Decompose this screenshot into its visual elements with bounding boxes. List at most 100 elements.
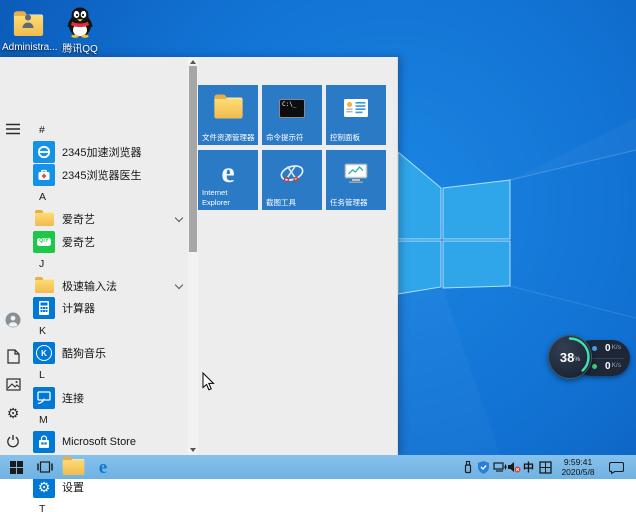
tray-date: 2020/5/8 — [561, 467, 595, 477]
task-view-button[interactable] — [32, 455, 58, 479]
app-item[interactable]: QIY 爱奇艺 — [26, 230, 188, 253]
tile-ie[interactable]: e Internet Explorer — [198, 150, 258, 210]
app-item[interactable]: ⚙ 设置 — [26, 475, 188, 498]
app-item[interactable]: 2345浏览器医生 — [26, 163, 188, 186]
volume-tray-button[interactable] — [505, 455, 522, 479]
taskmgr-icon — [326, 158, 386, 188]
section-letter: A — [39, 190, 47, 203]
section-letter: K — [39, 324, 47, 337]
kugou-icon: K — [33, 342, 55, 364]
upload-dot-icon — [592, 346, 597, 351]
scroll-up-arrow-icon[interactable] — [190, 60, 196, 64]
mouse-cursor — [202, 372, 215, 391]
section-letter: J — [39, 257, 45, 270]
speed-percent-ball[interactable]: 38% — [548, 335, 592, 379]
app-section-header[interactable]: # — [26, 119, 188, 141]
edge-taskbar-button[interactable]: e — [90, 455, 116, 479]
tile-explorer[interactable]: 文件资源管理器 — [198, 85, 258, 145]
cmd-icon: C:\_ — [262, 93, 322, 123]
taskbar-clock[interactable]: 9:59:41 2020/5/8 — [554, 457, 602, 477]
speed-ball-widget[interactable]: 0 K/s 0 K/s 38% — [548, 335, 634, 381]
app-section-header[interactable]: L — [26, 364, 188, 386]
user-avatar-icon — [5, 312, 21, 328]
shield-icon — [478, 461, 489, 474]
calculator-icon — [33, 297, 55, 320]
user-folder-icon — [2, 6, 54, 40]
tile-cmd[interactable]: C:\_ 命令提示符 — [262, 85, 322, 145]
ime-mode-button[interactable] — [537, 455, 554, 479]
settings-rail-button[interactable]: ⚙ — [4, 404, 22, 422]
download-speed-row: 0 K/s — [592, 358, 625, 375]
upload-speed-unit: K/s — [611, 344, 621, 352]
tile-snipping[interactable]: 截图工具 — [262, 150, 322, 210]
app-item[interactable]: Microsoft Store — [26, 431, 188, 454]
app-label: 爱奇艺 — [62, 236, 95, 249]
app-label: 计算器 — [62, 303, 95, 316]
app-section-header[interactable]: T — [26, 498, 188, 512]
folder-icon — [62, 456, 84, 476]
download-speed-unit: K/s — [611, 362, 621, 370]
security-tray-button[interactable] — [476, 455, 491, 479]
store-icon — [33, 431, 55, 454]
tile-label: 截图工具 — [266, 197, 296, 207]
action-center-icon — [608, 461, 624, 474]
desktop-icon-qq[interactable]: 腾讯QQ — [54, 4, 106, 55]
scrollbar-thumb[interactable] — [189, 66, 197, 252]
tile-taskmgr[interactable]: 任务管理器 — [326, 150, 386, 210]
task-view-icon — [37, 461, 53, 473]
app-section-header[interactable]: A — [26, 186, 188, 208]
desktop-icon-label: Administra... — [2, 42, 58, 53]
chevron-down-icon[interactable] — [174, 280, 184, 290]
tile-grid: 文件资源管理器 C:\_ 命令提示符 控制面板 e Internet Explorer 截图… — [198, 85, 390, 215]
ime-grid-icon — [539, 460, 552, 474]
edge-icon: e — [98, 456, 108, 478]
control-panel-icon — [326, 93, 386, 123]
language-indicator[interactable]: 中 — [523, 455, 534, 479]
app-item[interactable]: 2345加速浏览器 — [26, 141, 188, 164]
tile-label: 任务管理器 — [330, 197, 368, 207]
folder-icon — [33, 275, 55, 297]
pictures-button[interactable] — [4, 375, 22, 393]
scroll-down-arrow-icon[interactable] — [190, 448, 196, 452]
app-label: 酷狗音乐 — [62, 348, 106, 360]
documents-button[interactable] — [4, 347, 22, 365]
desktop-icon-administrator[interactable]: Administra... — [2, 6, 58, 53]
upload-speed-row: 0 K/s — [592, 340, 625, 357]
app-section-header[interactable]: K — [26, 320, 188, 342]
tile-control-panel[interactable]: 控制面板 — [326, 85, 386, 145]
usb-device-tray-button[interactable] — [461, 455, 475, 479]
app-item[interactable]: 计算器 — [26, 297, 188, 320]
action-center-button[interactable] — [605, 455, 627, 479]
power-button[interactable] — [4, 432, 22, 450]
chevron-down-icon[interactable] — [174, 213, 184, 223]
app-label: 连接 — [62, 392, 84, 405]
menu-hamburger-button[interactable] — [4, 120, 22, 138]
download-dot-icon — [592, 364, 597, 369]
app-list-scrollbar[interactable] — [188, 57, 198, 455]
app-item[interactable]: K 酷狗音乐 — [26, 342, 188, 364]
volume-muted-icon — [507, 462, 520, 473]
pictures-icon — [5, 377, 21, 391]
desktop-icon-label: 腾讯QQ — [62, 44, 98, 55]
tile-label: 命令提示符 — [266, 132, 304, 142]
app-label: 2345加速浏览器 — [62, 147, 142, 160]
app-group-item[interactable]: 爱奇艺 — [26, 208, 188, 230]
app-section-header[interactable]: J — [26, 253, 188, 275]
usb-icon — [464, 460, 472, 474]
explorer-icon — [198, 93, 258, 123]
start-button[interactable] — [2, 455, 30, 479]
folder-icon — [33, 208, 55, 230]
app-section-header[interactable]: M — [26, 409, 188, 431]
tile-label: Internet Explorer — [202, 188, 230, 207]
app-item[interactable]: 连接 — [26, 386, 188, 409]
tray-time: 9:59:41 — [563, 457, 593, 467]
settings-icon: ⚙ — [33, 475, 55, 498]
section-letter: L — [39, 369, 45, 382]
app-group-item[interactable]: 极速输入法 — [26, 275, 188, 297]
app-label: Microsoft Store — [62, 436, 136, 449]
upload-speed-value: 0 — [605, 342, 611, 354]
doctor-2345-icon — [33, 163, 55, 186]
file-explorer-taskbar-button[interactable] — [60, 455, 86, 479]
user-avatar-button[interactable] — [4, 311, 22, 329]
memory-percent-label: 38% — [559, 349, 581, 365]
